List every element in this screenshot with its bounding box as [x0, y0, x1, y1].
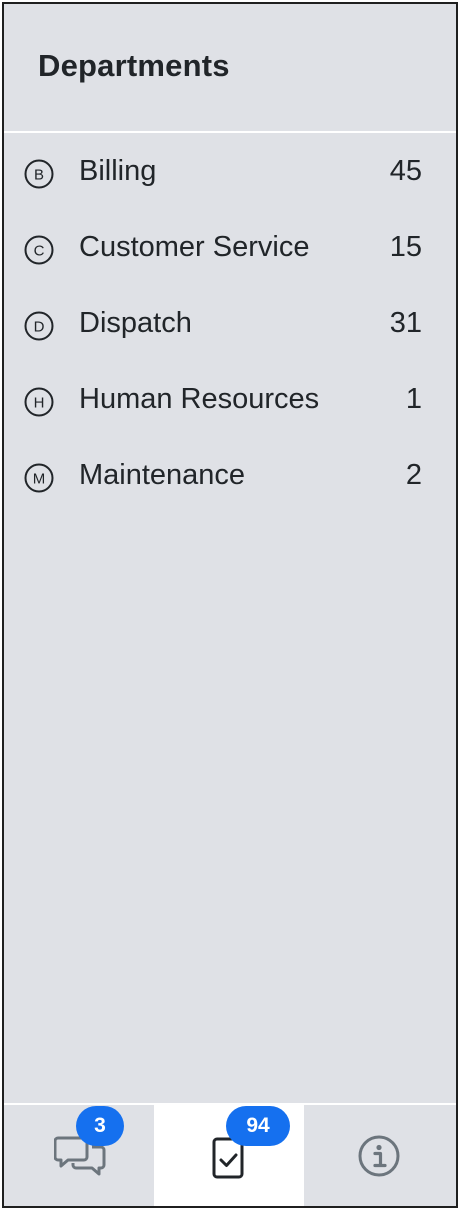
- tasks-badge: 94: [226, 1106, 290, 1146]
- department-item-maintenance[interactable]: M Maintenance 2: [4, 439, 456, 515]
- department-item-dispatch[interactable]: D Dispatch 31: [4, 287, 456, 363]
- letter-icon-text: M: [33, 471, 46, 488]
- letter-d-circle-icon: D: [24, 311, 54, 341]
- department-count: 1: [405, 383, 422, 415]
- department-count: 31: [389, 307, 422, 339]
- letter-icon-text: D: [34, 319, 45, 336]
- department-count: 2: [405, 459, 422, 491]
- department-name: Maintenance: [79, 459, 246, 491]
- letter-icon-text: H: [34, 395, 45, 412]
- tab-chats[interactable]: 3: [4, 1105, 154, 1206]
- letter-h-circle-icon: H: [24, 387, 54, 417]
- bottom-tab-bar: 3 94: [4, 1103, 456, 1206]
- letter-c-circle-icon: C: [24, 235, 54, 265]
- department-name: Customer Service: [79, 231, 310, 263]
- department-count: 45: [389, 155, 422, 187]
- department-name: Human Resources: [79, 383, 320, 415]
- department-count: 15: [389, 231, 422, 263]
- letter-icon-text: C: [34, 243, 45, 260]
- letter-b-circle-icon: B: [24, 159, 54, 189]
- department-list: B Billing 45 C Customer Service 15 D Dis…: [4, 135, 456, 515]
- tab-info[interactable]: [304, 1105, 456, 1206]
- letter-m-circle-icon: M: [24, 463, 54, 493]
- departments-panel: Departments B Billing 45 C Customer Serv…: [2, 2, 458, 1208]
- panel-header: Departments: [4, 4, 456, 133]
- department-name: Dispatch: [79, 307, 192, 339]
- department-item-billing[interactable]: B Billing 45: [4, 135, 456, 211]
- department-item-customer-service[interactable]: C Customer Service 15: [4, 211, 456, 287]
- tab-tasks[interactable]: 94: [154, 1105, 304, 1206]
- page-title: Departments: [38, 48, 230, 83]
- department-name: Billing: [79, 155, 157, 187]
- chats-badge: 3: [76, 1106, 124, 1146]
- department-item-human-resources[interactable]: H Human Resources 1: [4, 363, 456, 439]
- info-circle-icon: [358, 1135, 400, 1177]
- letter-icon-text: B: [34, 167, 44, 184]
